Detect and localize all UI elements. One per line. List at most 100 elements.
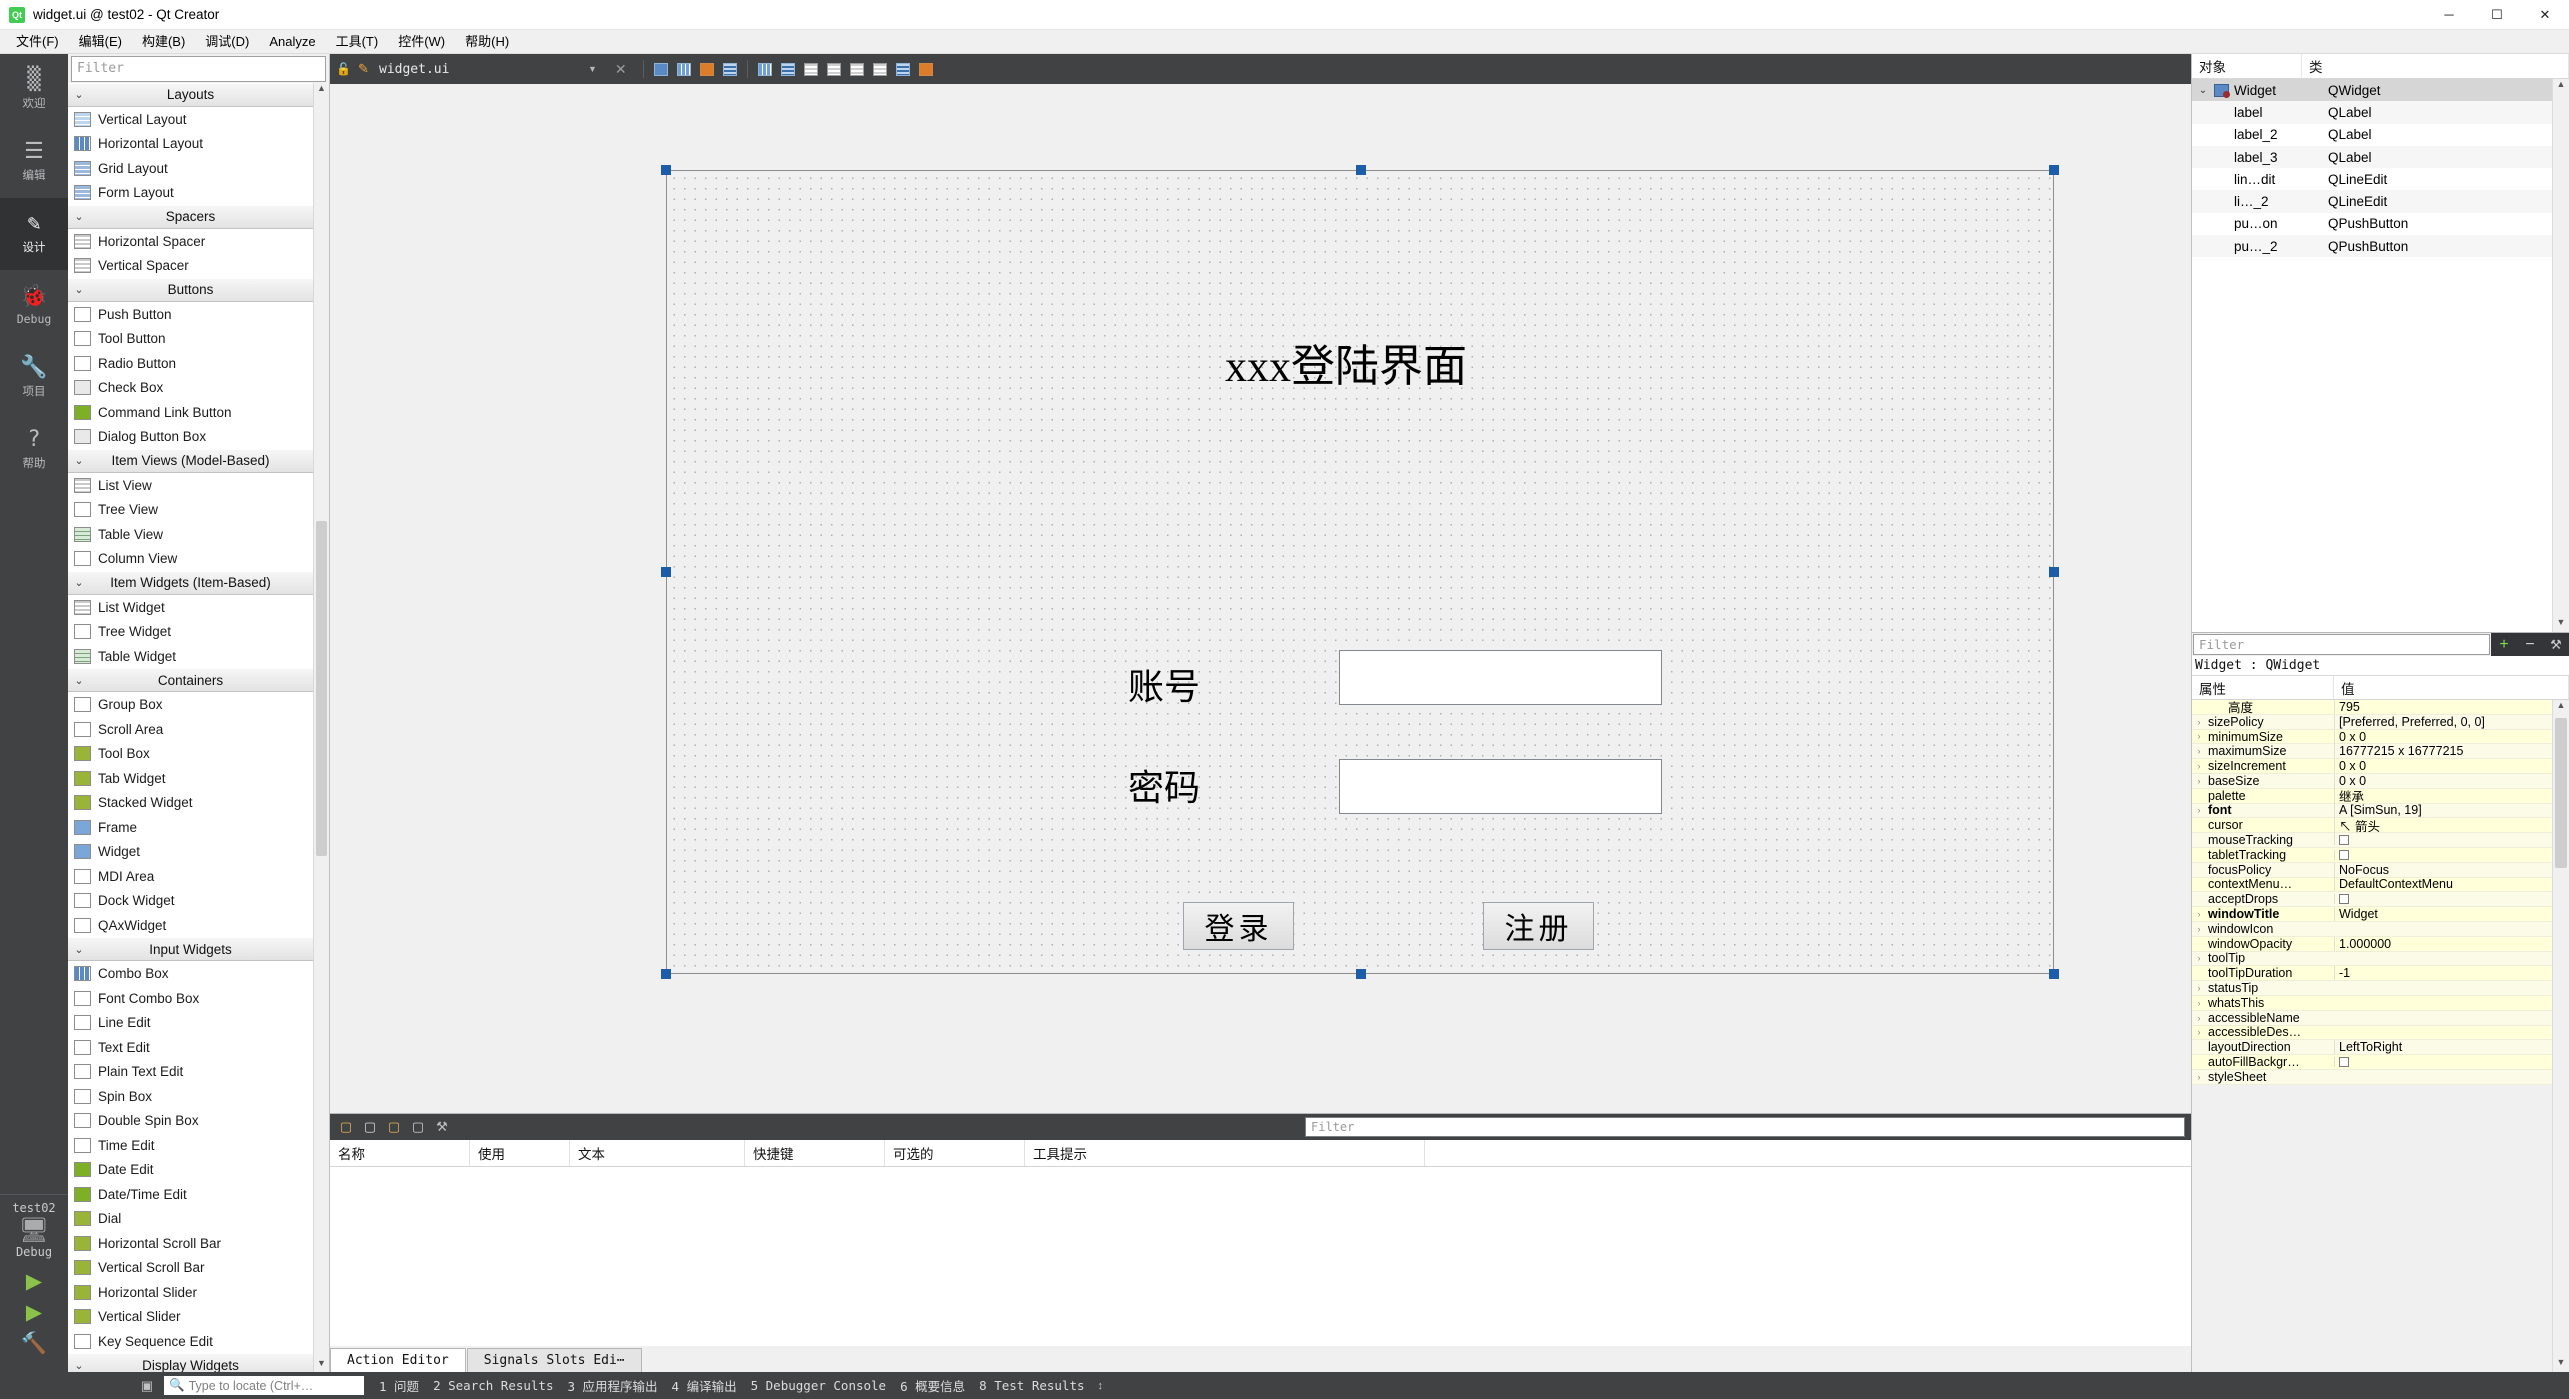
form-widget[interactable]: xxx登陆界面 账号 密码 登录 注册 — [666, 170, 2054, 974]
lock-icon[interactable]: 🔓 — [335, 62, 352, 76]
widget-item-grid-layout[interactable]: Grid Layout — [68, 155, 313, 181]
edit-buddies-button[interactable] — [697, 59, 717, 79]
minimize-button[interactable]: ─ — [2425, 0, 2473, 30]
widget-group-Buttons[interactable]: ⌄ Buttons — [68, 277, 313, 302]
widget-item-double-spin-box[interactable]: Double Spin Box — [68, 1108, 313, 1133]
property-row-tabletTracking[interactable]: tabletTracking — [2192, 848, 2552, 863]
object-inspector-scrollbar[interactable]: ▲ ▼ — [2552, 79, 2569, 632]
add-property-button[interactable]: + — [2491, 633, 2517, 656]
widget-item-scroll-area[interactable]: Scroll Area — [68, 716, 313, 742]
property-filter-input[interactable]: Filter — [2193, 634, 2490, 655]
widget-item-line-edit[interactable]: Line Edit — [68, 1010, 313, 1035]
scroll-up-icon[interactable]: ▲ — [314, 83, 329, 97]
resize-handle-br[interactable] — [2049, 969, 2059, 979]
mode-帮助[interactable]: ? 帮助 — [0, 414, 68, 486]
widget-item-group-box[interactable]: Group Box — [68, 692, 313, 717]
output-pane-2[interactable]: 3 应用程序输出 — [560, 1376, 664, 1395]
widget-item-horizontal-layout[interactable]: Horizontal Layout — [68, 131, 313, 156]
open-document-name[interactable]: widget.ui — [375, 62, 585, 77]
mode-项目[interactable]: 🔧 项目 — [0, 342, 68, 414]
menu-item-0[interactable]: 文件(F) — [6, 31, 69, 53]
property-row-styleSheet[interactable]: › styleSheet — [2192, 1070, 2552, 1085]
widget-box-filter-input[interactable]: Filter — [71, 56, 326, 82]
property-row-whatsThis[interactable]: › whatsThis — [2192, 996, 2552, 1011]
edit-widgets-button[interactable] — [651, 59, 671, 79]
property-row-layoutDirection[interactable]: layoutDirection LeftToRight — [2192, 1040, 2552, 1056]
adjust-size-button[interactable] — [916, 59, 936, 79]
output-pane-0[interactable]: 1 问题 — [372, 1376, 426, 1395]
layout-form-button[interactable] — [847, 59, 867, 79]
widget-item-combo-box[interactable]: Combo Box — [68, 961, 313, 986]
layout-grid-button[interactable] — [870, 59, 890, 79]
property-row-windowOpacity[interactable]: windowOpacity 1.000000 — [2192, 936, 2552, 952]
property-value[interactable]: 1.000000 — [2334, 936, 2552, 951]
widget-item-frame[interactable]: Frame — [68, 814, 313, 840]
chevron-right-icon[interactable]: › — [2192, 1013, 2206, 1023]
break-layout-button[interactable] — [893, 59, 913, 79]
scroll-down-icon[interactable]: ▼ — [314, 1358, 329, 1372]
run-button[interactable]: ▶ — [26, 1271, 42, 1292]
property-value[interactable] — [2334, 849, 2552, 860]
chevron-right-icon[interactable]: › — [2192, 746, 2206, 756]
kit-selector[interactable]: test02 🖥 Debug — [0, 1194, 68, 1259]
action-column-header-5[interactable]: 工具提示 — [1025, 1140, 1425, 1166]
widget-item-key-sequence-edit[interactable]: Key Sequence Edit — [68, 1328, 313, 1354]
login-button[interactable]: 登录 — [1183, 902, 1294, 950]
chevron-right-icon[interactable]: › — [2192, 1072, 2206, 1082]
property-value[interactable]: 16777215 x 16777215 — [2334, 744, 2552, 759]
new-action-icon[interactable]: ▢ — [336, 1117, 356, 1137]
maximize-button[interactable]: ☐ — [2473, 0, 2521, 30]
mode-编辑[interactable]: ☰ 编辑 — [0, 126, 68, 198]
widget-group-Item Widgets (Item-Based)[interactable]: ⌄ Item Widgets (Item-Based) — [68, 570, 313, 595]
mode-Debug[interactable]: 🐞 Debug — [0, 270, 68, 342]
copy-action-icon[interactable]: ▢ — [360, 1117, 380, 1137]
property-value[interactable] — [2334, 894, 2552, 905]
menu-item-1[interactable]: 编辑(E) — [69, 31, 132, 53]
menu-item-3[interactable]: 调试(D) — [195, 31, 259, 53]
mode-设计[interactable]: ✎ 设计 — [0, 198, 68, 270]
paste-action-icon[interactable]: ▢ — [384, 1117, 404, 1137]
object-row-label[interactable]: label QLabel — [2192, 101, 2552, 124]
property-row-toolTip[interactable]: › toolTip — [2192, 951, 2552, 967]
widget-item-vertical-layout[interactable]: Vertical Layout — [68, 106, 313, 132]
chevron-right-icon[interactable]: › — [2192, 983, 2206, 993]
widget-item-text-edit[interactable]: Text Edit — [68, 1034, 313, 1060]
menu-item-4[interactable]: Analyze — [259, 31, 325, 53]
widget-item-push-button[interactable]: Push Button — [68, 301, 313, 327]
widget-item-table-widget[interactable]: Table Widget — [68, 643, 313, 669]
property-row-mouseTracking[interactable]: mouseTracking — [2192, 833, 2552, 848]
property-row-statusTip[interactable]: › statusTip — [2192, 981, 2552, 996]
layout-vertically-button[interactable] — [778, 59, 798, 79]
close-button[interactable]: ✕ — [2521, 0, 2569, 30]
property-row-sizeIncrement[interactable]: › sizeIncrement 0 x 0 — [2192, 759, 2552, 774]
chevron-right-icon[interactable]: › — [2192, 924, 2206, 934]
widget-item-font-combo-box[interactable]: Font Combo Box — [68, 985, 313, 1011]
scrollbar-thumb[interactable] — [316, 521, 327, 857]
widget-item-tool-box[interactable]: Tool Box — [68, 741, 313, 766]
register-button[interactable]: 注册 — [1483, 902, 1594, 950]
scroll-up-icon[interactable]: ▲ — [2553, 700, 2569, 715]
property-row-contextMenu…[interactable]: contextMenu… DefaultContextMenu — [2192, 877, 2552, 893]
widget-item-list-view[interactable]: List View — [68, 472, 313, 498]
property-row-autoFillBackgr…[interactable]: autoFillBackgr… — [2192, 1055, 2552, 1070]
property-row-高度[interactable]: 高度 795 — [2192, 700, 2552, 715]
widget-item-vertical-scroll-bar[interactable]: Vertical Scroll Bar — [68, 1255, 313, 1280]
output-pane-4[interactable]: 5 Debugger Console — [744, 1378, 893, 1393]
widget-group-Input Widgets[interactable]: ⌄ Input Widgets — [68, 937, 313, 962]
account-label[interactable]: 账号 — [1128, 658, 1200, 710]
resize-handle-tr[interactable] — [2049, 165, 2059, 175]
widget-item-tree-widget[interactable]: Tree Widget — [68, 619, 313, 644]
widget-item-form-layout[interactable]: Form Layout — [68, 180, 313, 205]
chevron-right-icon[interactable]: › — [2192, 953, 2206, 963]
property-value[interactable]: LeftToRight — [2334, 1040, 2552, 1055]
widget-item-dock-widget[interactable]: Dock Widget — [68, 888, 313, 913]
property-value[interactable] — [2334, 1057, 2552, 1068]
resize-handle-tl[interactable] — [661, 165, 671, 175]
remove-property-button[interactable]: − — [2517, 633, 2543, 656]
widget-group-Spacers[interactable]: ⌄ Spacers — [68, 204, 313, 229]
property-editor-scrollbar[interactable]: ▲ ▼ — [2552, 700, 2569, 1372]
value-column-header[interactable]: 值 — [2334, 676, 2569, 699]
property-row-minimumSize[interactable]: › minimumSize 0 x 0 — [2192, 729, 2552, 745]
property-row-cursor[interactable]: cursor ↖ 箭头 — [2192, 815, 2552, 835]
scroll-up-icon[interactable]: ▲ — [2553, 79, 2569, 94]
